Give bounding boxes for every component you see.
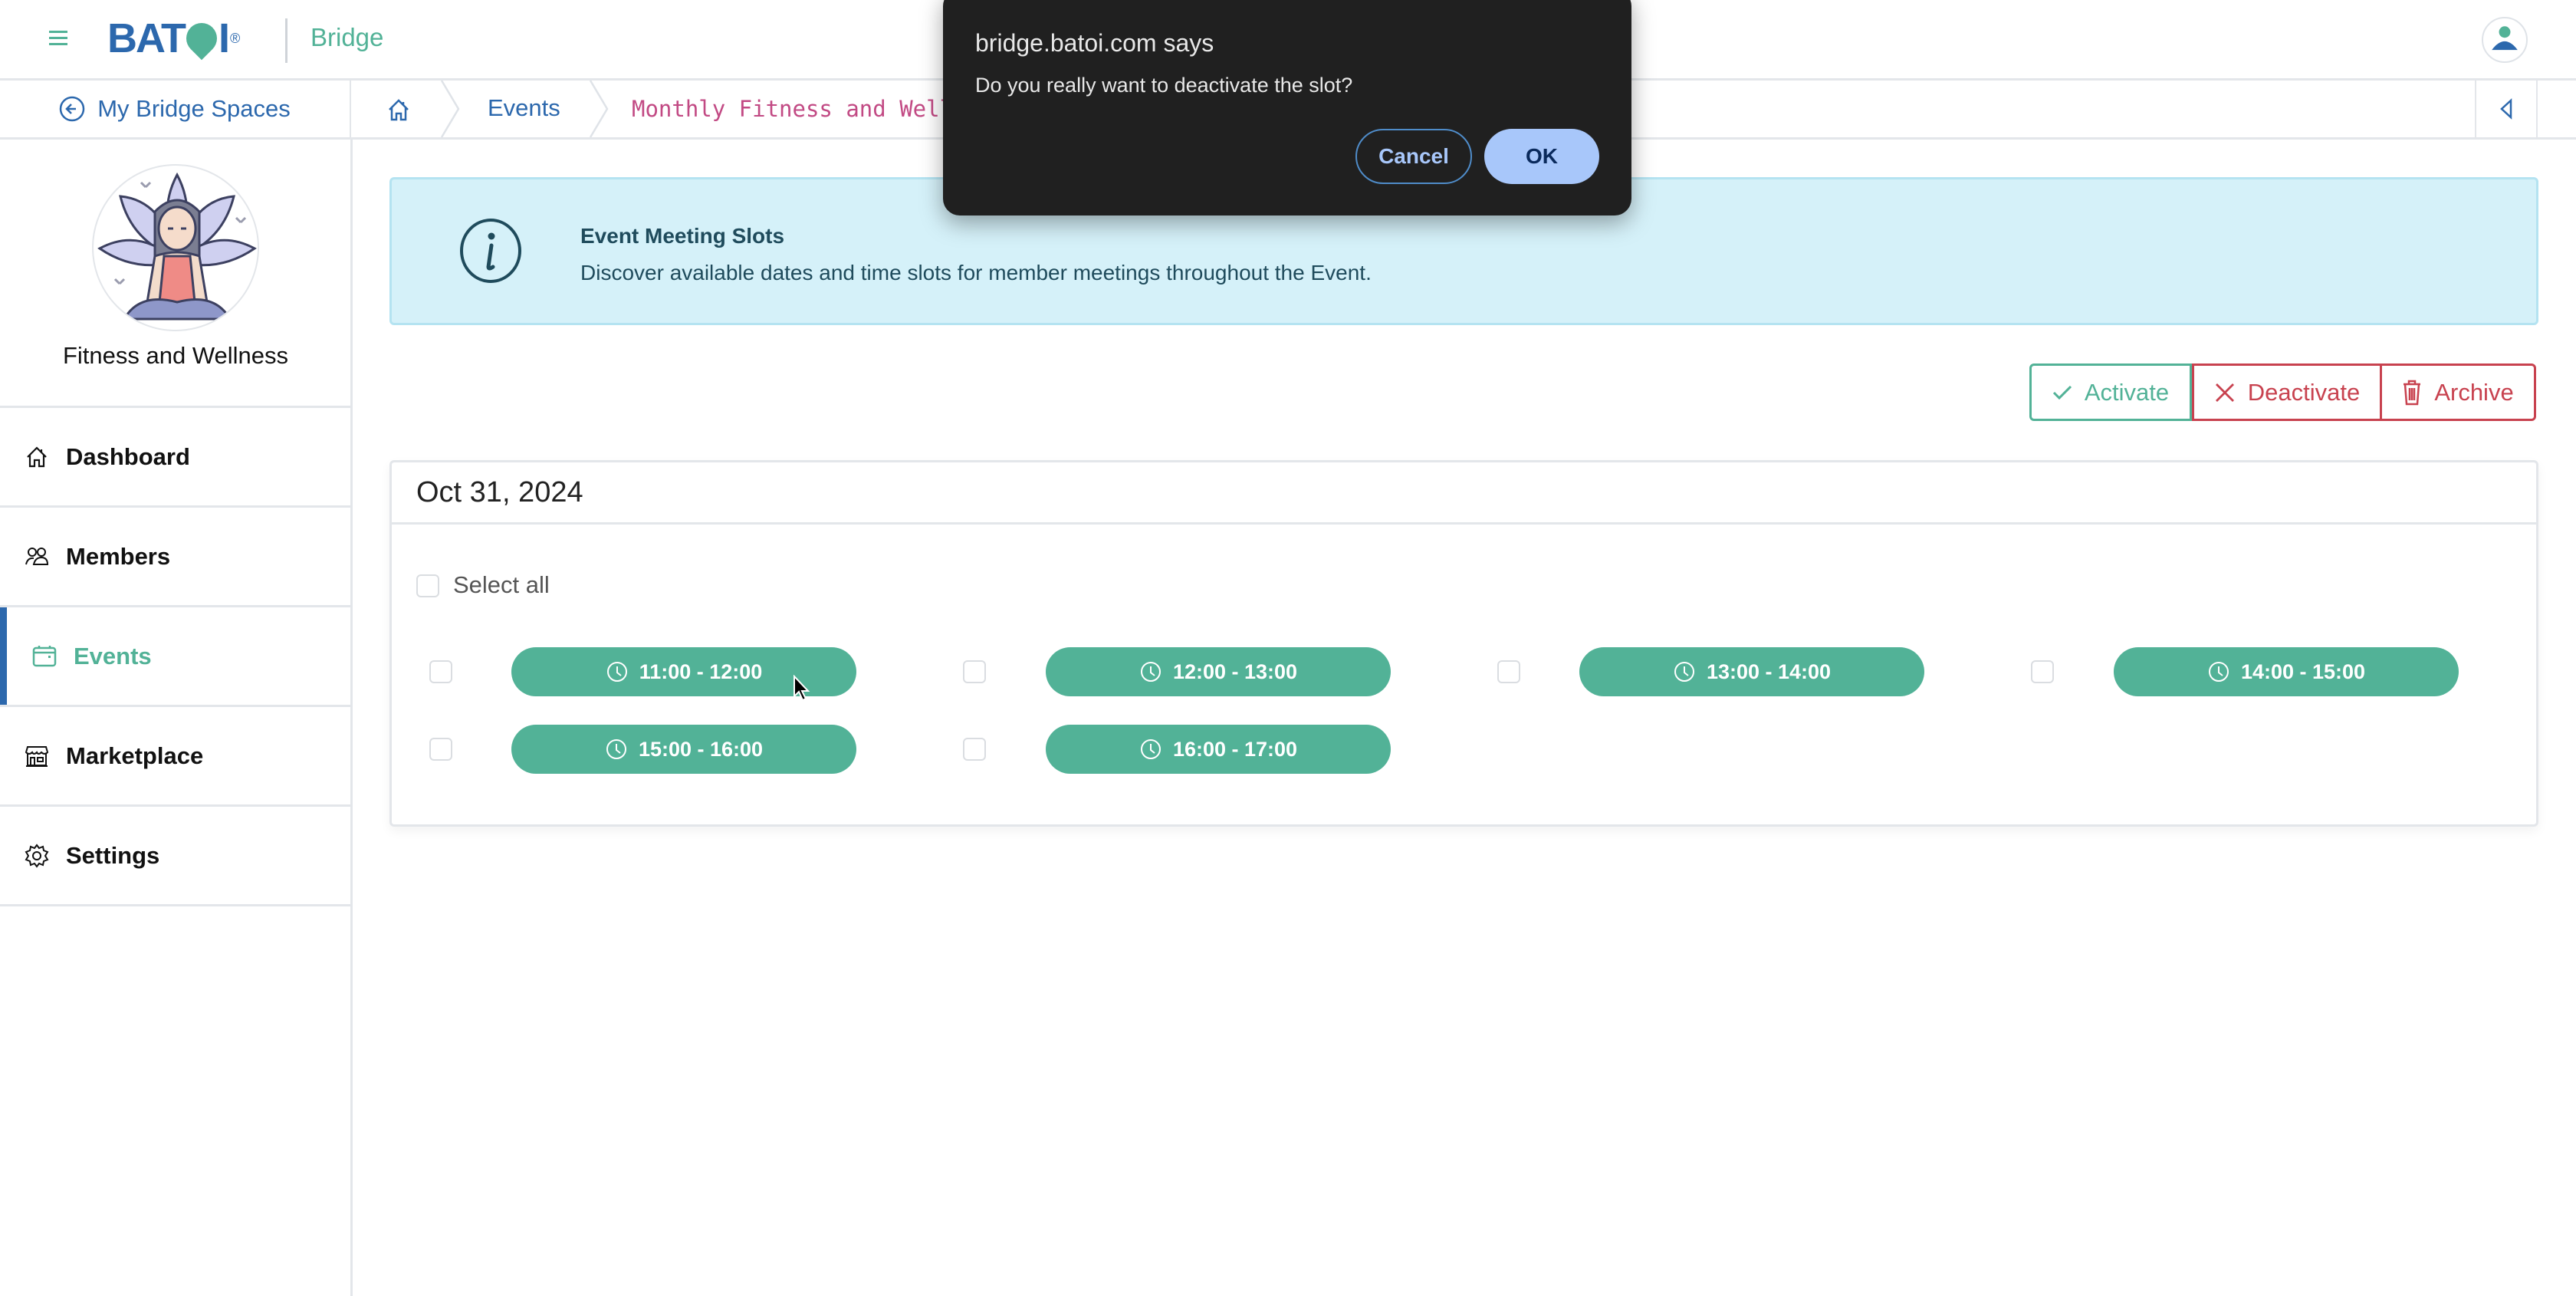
clock-icon	[2208, 662, 2229, 682]
info-icon	[460, 219, 521, 283]
breadcrumb-separator	[589, 81, 609, 137]
sidebar-nav: Dashboard Members Events Marketplace Set…	[0, 406, 351, 906]
slot-actions: Activate Deactivate Archive	[2029, 363, 2536, 421]
meditation-illustration-icon	[97, 172, 257, 321]
logo-leaf-icon	[179, 16, 224, 61]
collapse-panel-button[interactable]	[2475, 81, 2538, 137]
archive-label: Archive	[2434, 378, 2514, 406]
select-all-label[interactable]: Select all	[453, 571, 550, 599]
user-avatar-icon[interactable]	[2482, 17, 2528, 63]
sidebar: Fitness and Wellness Dashboard Members E…	[0, 140, 353, 1296]
clock-icon	[606, 662, 627, 682]
sidebar-item-label: Marketplace	[66, 742, 204, 769]
slot-checkbox[interactable]	[1497, 660, 1520, 683]
sidebar-item-dashboard[interactable]: Dashboard	[0, 408, 351, 508]
time-slot[interactable]: 12:00 - 13:00	[1046, 647, 1391, 696]
app-name[interactable]: Bridge	[310, 23, 383, 52]
slot-checkbox[interactable]	[963, 660, 986, 683]
sidebar-item-label: Members	[66, 542, 171, 570]
time-slot-label: 14:00 - 15:00	[2240, 660, 2366, 683]
time-slot-label: 11:00 - 12:00	[639, 660, 763, 683]
slot-checkbox[interactable]	[2031, 660, 2054, 683]
logo-text-end: I	[218, 15, 230, 61]
close-icon	[2215, 383, 2234, 402]
check-icon	[2052, 385, 2072, 400]
users-icon	[25, 547, 49, 565]
mouse-cursor-icon	[794, 675, 810, 702]
home-icon	[27, 446, 47, 467]
triangle-left-icon	[2500, 98, 2512, 120]
gear-icon	[25, 843, 49, 868]
logo-text: BAT	[107, 15, 186, 61]
time-slot[interactable]: 13:00 - 14:00	[1579, 647, 1924, 696]
deactivate-label: Deactivate	[2247, 378, 2361, 406]
deactivate-button[interactable]: Deactivate	[2192, 363, 2382, 421]
registered-mark: ®	[230, 30, 241, 46]
time-slot[interactable]: 15:00 - 16:00	[511, 725, 856, 774]
time-slot[interactable]: 14:00 - 15:00	[2114, 647, 2459, 696]
card-header: Oct 31, 2024	[392, 462, 2536, 525]
clock-icon	[606, 739, 626, 759]
time-slot-label: 13:00 - 14:00	[1706, 660, 1832, 683]
slot-checkbox[interactable]	[429, 660, 452, 683]
sidebar-item-marketplace[interactable]: Marketplace	[0, 707, 351, 807]
activate-button[interactable]: Activate	[2029, 363, 2192, 421]
slot-checkbox[interactable]	[963, 738, 986, 761]
clock-icon	[1140, 662, 1161, 682]
info-text: Discover available dates and time slots …	[580, 261, 1372, 285]
breadcrumb-home-icon[interactable]	[383, 94, 414, 125]
slot-checkbox[interactable]	[429, 738, 452, 761]
sidebar-item-events[interactable]: Events	[0, 607, 351, 707]
dialog-message: Do you really want to deactivate the slo…	[975, 74, 1353, 97]
confirm-dialog: bridge.batoi.com says Do you really want…	[943, 0, 1631, 215]
batoi-logo[interactable]: BAT I ®	[107, 15, 241, 61]
dialog-ok-button[interactable]: OK	[1484, 129, 1599, 184]
clock-icon	[1140, 739, 1161, 759]
sidebar-item-label: Dashboard	[66, 442, 190, 470]
breadcrumb-events-link[interactable]: Events	[488, 94, 560, 122]
logo-divider	[285, 18, 288, 63]
sidebar-item-settings[interactable]: Settings	[0, 807, 351, 906]
breadcrumb-current: Monthly Fitness and Well	[632, 96, 954, 122]
arrow-left-circle-icon	[59, 96, 85, 122]
slot-date: Oct 31, 2024	[416, 476, 583, 508]
space-avatar	[92, 164, 259, 331]
store-icon	[25, 745, 49, 767]
archive-button[interactable]: Archive	[2380, 363, 2536, 421]
my-bridge-spaces-label: My Bridge Spaces	[97, 95, 291, 122]
dialog-title: bridge.batoi.com says	[975, 29, 1214, 57]
hamburger-menu-icon[interactable]	[49, 31, 67, 48]
breadcrumb-separator	[440, 81, 460, 137]
sidebar-item-label: Settings	[66, 841, 160, 869]
space-name: Fitness and Wellness	[62, 342, 289, 369]
trash-icon	[2404, 380, 2421, 405]
select-all-checkbox[interactable]	[416, 574, 439, 597]
dialog-cancel-button[interactable]: Cancel	[1355, 129, 1472, 184]
time-slot-label: 15:00 - 16:00	[638, 737, 764, 761]
sidebar-item-members[interactable]: Members	[0, 508, 351, 607]
sidebar-item-label: Events	[74, 642, 152, 669]
activate-label: Activate	[2084, 378, 2170, 406]
time-slot-label: 16:00 - 17:00	[1172, 737, 1298, 761]
info-title: Event Meeting Slots	[580, 224, 785, 248]
slot-card: Oct 31, 2024 Select all 11:00 - 12:00 12:…	[389, 460, 2538, 827]
time-slot[interactable]: 16:00 - 17:00	[1046, 725, 1391, 774]
clock-icon	[1674, 662, 1694, 682]
calendar-icon	[32, 645, 57, 666]
time-slot-label: 12:00 - 13:00	[1172, 660, 1298, 683]
my-bridge-spaces-link[interactable]: My Bridge Spaces	[0, 81, 351, 137]
